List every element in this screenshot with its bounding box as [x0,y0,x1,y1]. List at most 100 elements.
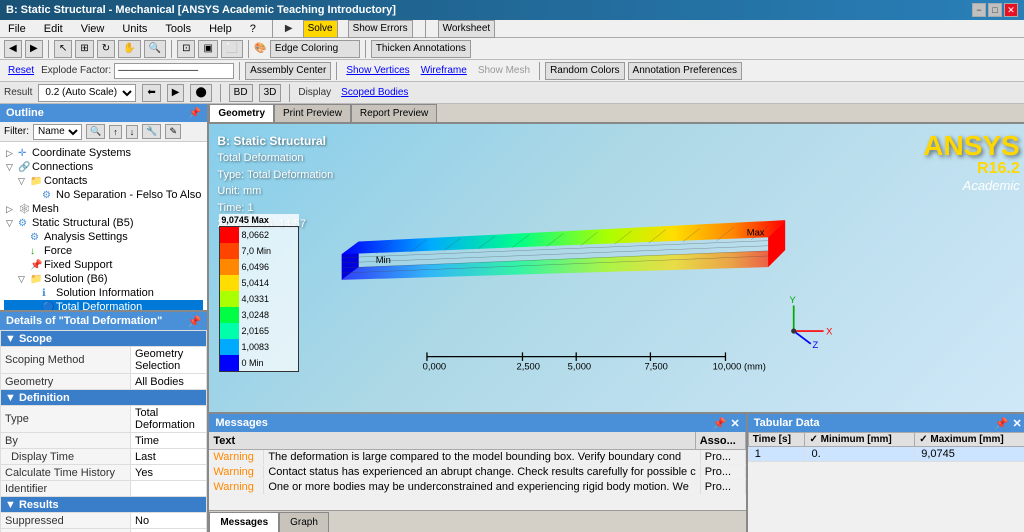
tabular-close[interactable]: ✕ [1013,417,1022,430]
tb-zoom[interactable]: 🔍 [144,40,166,58]
viewport[interactable]: B: Static Structural Total Deformation T… [209,124,1024,412]
empty-row [1,529,207,532]
wireframe-button[interactable]: Wireframe [417,62,471,80]
show-vertices-button[interactable]: Show Vertices [342,62,413,80]
col-maximum[interactable]: ✓ Maximum [mm] [915,433,1024,447]
annotation-prefs-button[interactable]: Annotation Preferences [628,62,743,80]
tree-force[interactable]: ↓ Force [4,244,203,258]
tab-print-preview[interactable]: Print Preview [274,104,351,122]
col-minimum[interactable]: ✓ Minimum [mm] [805,433,915,447]
tree-contacts[interactable]: ▽ 📁 Contacts [4,174,203,188]
definition-header: ▼ Definition [1,390,207,406]
col-time[interactable]: Time [s] [748,433,805,447]
result-btn3[interactable]: ⬤ [190,84,211,102]
tree-connections[interactable]: ▽ 🔗 Connections [4,160,203,174]
tb-rotate[interactable]: ↻ [97,40,115,58]
tree-solution[interactable]: ▽ 📁 Solution (B6) [4,272,203,286]
menu-view[interactable]: View [77,22,109,36]
close-button[interactable]: ✕ [1004,3,1018,17]
outline-header: Outline 📌 [0,104,207,122]
tab-graph[interactable]: Graph [279,512,329,532]
assembly-center-button[interactable]: Assembly Center [245,62,331,80]
tabular-pin[interactable]: 📌 [995,417,1009,430]
tb-pan[interactable]: ✋ [118,40,140,58]
geometry-label: Geometry [1,374,131,390]
messages-close[interactable]: ✕ [731,417,740,430]
tb-fit[interactable]: ⊡ [177,40,195,58]
tree-total-deformation[interactable]: 🔵 Total Deformation [4,300,203,310]
outline-btn1[interactable]: 🔍 [86,124,105,139]
result-btn1[interactable]: ⬅ [142,84,160,102]
expander[interactable]: ▷ [6,148,18,159]
menu-question[interactable]: ? [246,22,260,36]
legend-label-0: 8,0662 [239,227,299,243]
msg-col-asso[interactable]: Asso... [696,432,746,449]
tb-view2[interactable]: ⬜ [221,40,243,58]
result-btn2[interactable]: ▶ [167,84,185,102]
mesh-icon: 🕸 [18,204,32,215]
worksheet-button[interactable]: Worksheet [438,20,496,38]
tree-mesh[interactable]: ▷ 🕸 Mesh [4,202,203,216]
reset-button[interactable]: Reset [4,62,38,80]
outline-btn4[interactable]: 🔧 [142,124,161,139]
static-icon: ⚙ [18,218,32,229]
result-dropdown[interactable]: 0.2 (Auto Scale) [38,84,136,102]
msg-row-2[interactable]: Warning One or more bodies may be underc… [209,480,745,495]
thicken-button[interactable]: Thicken Annotations [371,40,471,58]
tab-geometry[interactable]: Geometry [209,104,274,122]
outline-toolbar: Filter: Name 🔍 ↑ ↓ 🔧 ✎ [0,122,207,142]
tb-view1[interactable]: ▣ [198,40,217,58]
tree-coordinate-systems[interactable]: ▷ ✛ Coordinate Systems [4,146,203,160]
explode-label: Explode Factor: [41,65,111,76]
maximize-button[interactable]: □ [988,3,1002,17]
msg-row-1[interactable]: Warning Contact status has experienced a… [209,465,745,480]
edge-coloring-button[interactable]: Edge Coloring [270,40,360,58]
3d-btn[interactable]: 3D [259,84,282,102]
menu-units[interactable]: Units [118,22,151,36]
legend-label-1: 7,0 Min [239,243,299,259]
expander[interactable]: ▷ [6,204,18,215]
explode-input[interactable] [114,63,234,79]
expander[interactable]: ▽ [18,176,30,187]
msg-col-text[interactable]: Text [209,432,695,449]
outline-btn5[interactable]: ✎ [165,124,181,139]
tree-label: Solution (B6) [44,273,108,285]
tree-solution-info[interactable]: ℹ Solution Information [4,286,203,300]
solution-icon: 📁 [30,274,44,285]
tree-fixed-support[interactable]: 📌 Fixed Support [4,258,203,272]
minimize-button[interactable]: − [972,3,986,17]
details-pin[interactable]: 📌 [188,315,202,328]
menu-tools[interactable]: Tools [161,22,195,36]
tree-no-separation[interactable]: ⚙ No Separation - Felso To Also [4,188,203,202]
scoped-bodies-button[interactable]: Scoped Bodies [337,84,412,102]
menu-help[interactable]: Help [205,22,236,36]
legend-color-6 [220,323,238,339]
expander[interactable]: ▽ [18,274,30,285]
tree-analysis-settings[interactable]: ⚙ Analysis Settings [4,230,203,244]
expander[interactable]: ▽ [6,162,18,173]
outline-btn2[interactable]: ↑ [109,125,122,139]
tab-messages[interactable]: Messages [209,512,279,532]
menu-file[interactable]: File [4,22,30,36]
tab-report-preview[interactable]: Report Preview [351,104,437,122]
filter-select[interactable]: Name [33,124,82,140]
menu-edit[interactable]: Edit [40,22,67,36]
tabular-row-0[interactable]: 1 0. 9,0745 [748,447,1024,462]
bd-btn[interactable]: BD [229,84,253,102]
tb-select2[interactable]: ⊞ [75,40,93,58]
expander[interactable]: ▽ [6,218,18,229]
tb-btn-2[interactable]: ▶ [25,40,43,58]
solve-button[interactable]: Solve [303,20,338,38]
show-mesh-button[interactable]: Show Mesh [474,62,534,80]
show-errors-button[interactable]: Show Errors [348,20,413,38]
outline-btn3[interactable]: ↓ [126,125,139,139]
sep2 [171,40,172,58]
tree-static-structural[interactable]: ▽ ⚙ Static Structural (B5) [4,216,203,230]
tb-select[interactable]: ↖ [54,40,72,58]
msg-row-0[interactable]: Warning The deformation is large compare… [209,450,745,465]
outline-pin[interactable]: 📌 [189,108,201,119]
messages-pin[interactable]: 📌 [713,417,727,430]
tb-btn-1[interactable]: ◀ [4,40,22,58]
random-colors-button[interactable]: Random Colors [545,62,624,80]
msg-text-0: The deformation is large compared to the… [264,450,700,464]
